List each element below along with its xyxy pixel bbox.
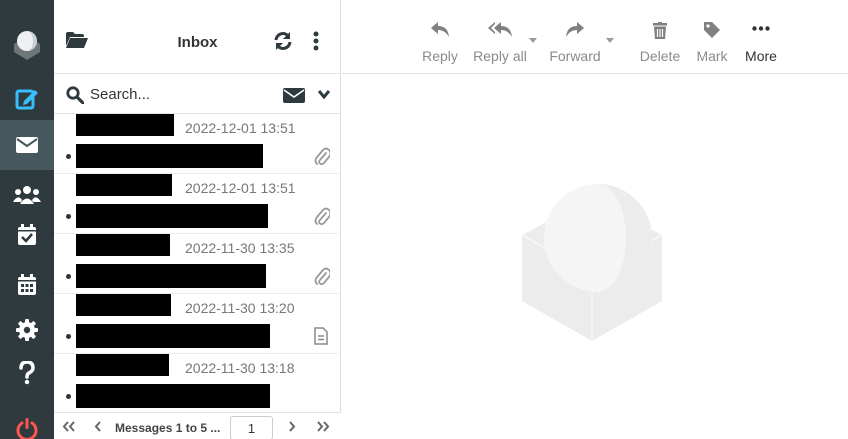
sender-redacted — [76, 174, 172, 196]
reply-all-button[interactable]: Reply all — [471, 14, 529, 70]
mark-label: Mark — [696, 48, 728, 64]
previous-page-icon[interactable] — [94, 421, 102, 432]
roundcube-app: Inbox Search... 2022-12-01 13:51 2022-12… — [0, 0, 848, 439]
sender-redacted — [76, 114, 174, 136]
message-row[interactable]: 2022-12-01 13:51 — [54, 174, 341, 234]
reply-all-icon — [488, 22, 512, 37]
paperclip-icon — [314, 207, 330, 226]
message-date: 2022-12-01 13:51 — [185, 180, 296, 196]
tag-icon — [704, 22, 720, 38]
sender-redacted — [76, 234, 170, 256]
unread-dot — [66, 274, 71, 279]
roundcube-watermark-icon — [522, 184, 662, 341]
first-page-icon[interactable] — [62, 421, 76, 432]
list-header: Inbox — [54, 0, 341, 74]
tasks-icon — [18, 224, 36, 245]
subject-redacted — [76, 264, 266, 288]
search-icon[interactable] — [66, 86, 84, 104]
folder-title: Inbox — [177, 34, 218, 51]
unread-dot — [66, 394, 71, 399]
unread-dot — [66, 154, 71, 159]
message-row[interactable]: 2022-11-30 13:35 — [54, 234, 341, 294]
reply-label: Reply — [422, 48, 458, 64]
mail-button[interactable] — [0, 120, 54, 170]
tasks-button[interactable] — [0, 210, 54, 260]
message-row[interactable]: 2022-12-01 13:51 — [54, 114, 341, 174]
sender-redacted — [76, 354, 169, 376]
more-label: More — [745, 48, 777, 64]
reply-all-dropdown-icon[interactable] — [529, 38, 537, 43]
forward-icon — [566, 22, 584, 37]
envelope-filter-icon[interactable] — [283, 88, 305, 103]
logout-button[interactable] — [0, 405, 54, 439]
message-list: 2022-12-01 13:51 2022-12-01 13:51 2022-1… — [54, 114, 341, 412]
message-row[interactable]: 2022-11-30 13:20 — [54, 294, 341, 354]
delete-label: Delete — [639, 48, 681, 64]
forward-label: Forward — [549, 48, 601, 64]
delete-button[interactable]: Delete — [638, 14, 682, 70]
subject-redacted — [76, 384, 270, 408]
search-input[interactable] — [90, 84, 270, 104]
more-button[interactable]: More — [740, 14, 782, 70]
compose-icon — [15, 89, 38, 110]
calendar-button[interactable] — [0, 260, 54, 310]
forward-dropdown-icon[interactable] — [606, 38, 614, 43]
gear-icon — [16, 319, 38, 341]
vertical-dots-menu-icon[interactable] — [313, 31, 319, 51]
subject-redacted — [76, 324, 270, 348]
mark-button[interactable]: Mark — [692, 14, 732, 70]
pagination-bar: Messages 1 to 5 ... — [54, 412, 341, 439]
message-count: Messages 1 to 5 ... — [115, 421, 221, 435]
message-date: 2022-11-30 13:18 — [185, 360, 295, 376]
unread-dot — [66, 334, 71, 339]
refresh-icon[interactable] — [273, 31, 293, 51]
message-date: 2022-12-01 13:51 — [185, 120, 296, 136]
logo[interactable] — [0, 15, 54, 71]
unread-dot — [66, 214, 71, 219]
paperclip-icon — [314, 147, 330, 166]
message-row[interactable]: 2022-11-30 13:18 — [54, 354, 341, 412]
nav-rail — [0, 0, 54, 439]
reply-all-label: Reply all — [473, 48, 527, 64]
reply-button[interactable]: Reply — [420, 14, 460, 70]
compose-button[interactable] — [0, 73, 54, 123]
roundcube-logo-icon — [14, 31, 40, 60]
page-number-input[interactable] — [230, 416, 273, 439]
envelope-icon — [16, 137, 38, 153]
help-icon — [19, 361, 35, 385]
calendar-icon — [18, 274, 36, 295]
contacts-icon — [13, 186, 41, 204]
chevron-down-icon[interactable] — [318, 90, 330, 99]
message-date: 2022-11-30 13:35 — [185, 240, 295, 256]
subject-redacted — [76, 204, 268, 228]
next-page-icon[interactable] — [288, 421, 296, 432]
paperclip-icon — [314, 267, 330, 286]
help-button[interactable] — [0, 348, 54, 398]
message-toolbar: Reply Reply all Forward Delete Mark More — [342, 0, 848, 74]
forward-button[interactable]: Forward — [545, 14, 605, 70]
more-dots-icon — [752, 26, 770, 31]
subject-redacted — [76, 144, 263, 168]
message-list-panel: Inbox Search... 2022-12-01 13:51 2022-12… — [54, 0, 341, 439]
reply-icon — [431, 22, 449, 37]
power-icon — [16, 418, 38, 439]
search-bar — [54, 74, 341, 114]
last-page-icon[interactable] — [316, 421, 330, 432]
sender-redacted — [76, 294, 171, 316]
message-date: 2022-11-30 13:20 — [185, 300, 295, 316]
message-preview-area — [342, 75, 848, 439]
trash-icon — [653, 22, 667, 39]
document-icon — [314, 327, 328, 345]
